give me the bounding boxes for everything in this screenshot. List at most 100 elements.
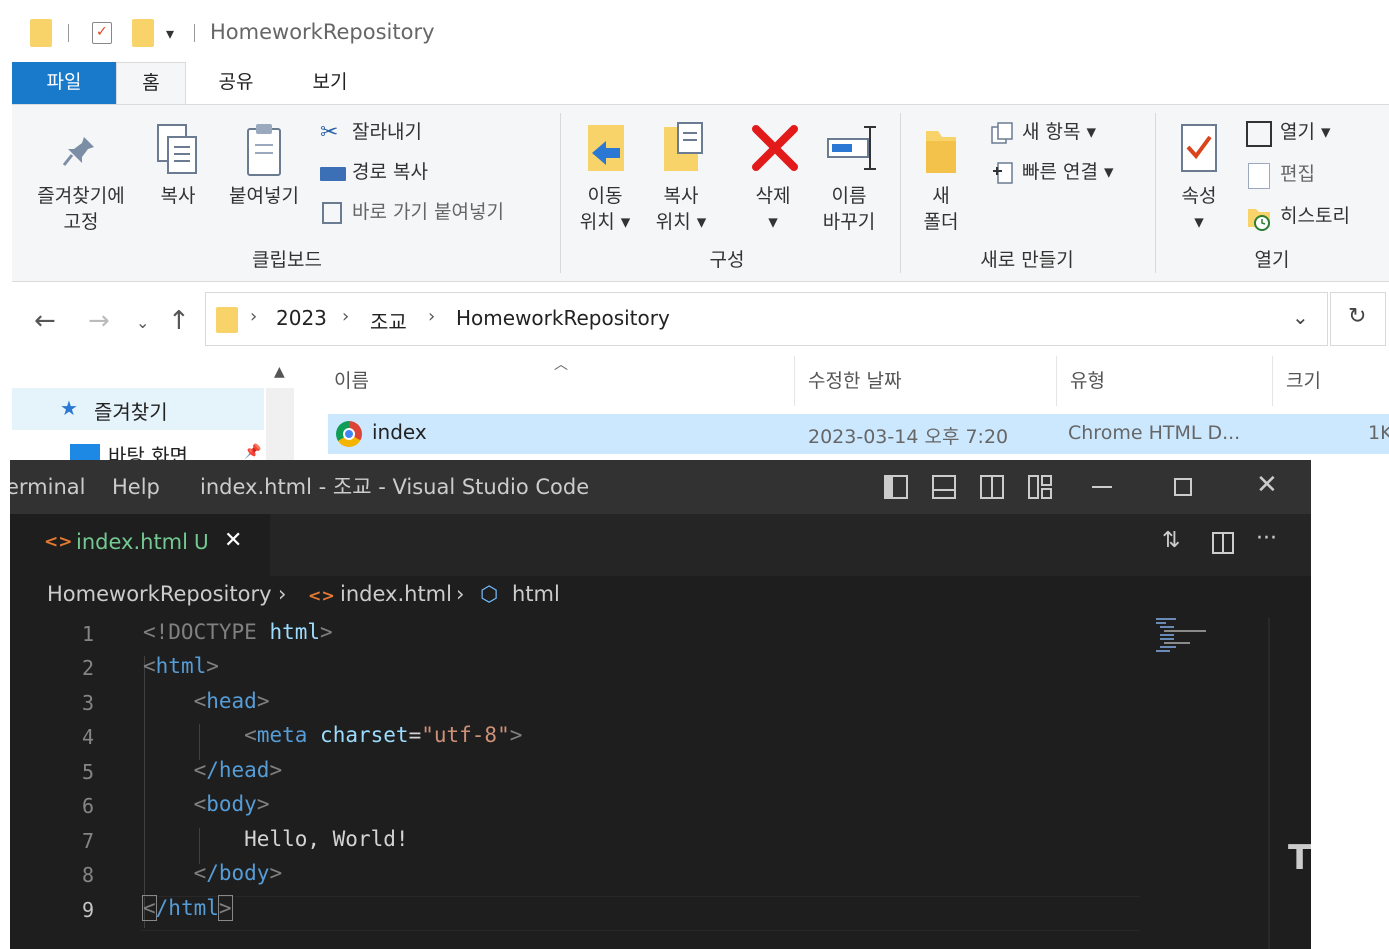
navigation-pane: ▲ ★ 즐겨찾기 바탕 화면 📌 [12, 360, 294, 468]
organize-group-label: 구성 [709, 249, 745, 271]
tab-home[interactable]: 홈 [116, 62, 186, 104]
copy-to-label-1: 복사 [663, 185, 699, 207]
breadcrumb-symbol[interactable]: html [512, 582, 560, 606]
history-icon [1246, 205, 1272, 231]
toggle-panel-icon[interactable] [932, 475, 956, 499]
column-separator [794, 356, 795, 406]
split-editor-icon[interactable] [1212, 532, 1234, 554]
edit-icon [1248, 163, 1270, 189]
paste-shortcut-button[interactable]: 바로 가기 붙여넣기 [352, 199, 504, 225]
address-dropdown-icon[interactable]: ⌄ [1292, 305, 1309, 329]
window-title: index.html - 조교 - Visual Studio Code [200, 475, 590, 499]
current-line-highlight [140, 930, 1140, 931]
maximize-button[interactable] [1174, 478, 1192, 496]
tab-view[interactable]: 보기 [290, 62, 370, 104]
code-editor[interactable]: 1 2 3 4 5 6 7 8 9 <!DOCTYPE html> <html>… [10, 618, 1311, 949]
close-button[interactable]: ✕ [1256, 470, 1278, 500]
column-header-name[interactable]: 이름 [334, 366, 369, 393]
up-button[interactable]: ↑ [168, 308, 190, 334]
breadcrumb-file[interactable]: index.html [340, 582, 452, 606]
delete-label-2: ▾ [768, 211, 778, 233]
properties-quick-icon[interactable]: ✓ [92, 22, 112, 44]
open-button[interactable]: 열기 ▾ [1280, 119, 1331, 145]
sidebar-item-favorites[interactable]: ★ 즐겨찾기 [12, 388, 264, 430]
table-row[interactable]: index 2023-03-14 오후 7:20 Chrome HTML D..… [328, 414, 1389, 454]
easy-access-button[interactable]: 빠른 연결 ▾ [1022, 159, 1114, 185]
separator [194, 24, 195, 42]
column-separator [1056, 356, 1057, 406]
scrollbar-track[interactable] [1268, 618, 1270, 949]
recent-locations-button[interactable]: ⌄ [136, 310, 149, 336]
group-separator [900, 113, 901, 273]
breadcrumb-folder[interactable]: HomeworkRepository [47, 582, 272, 606]
tab-index-html[interactable]: <> index.html U ✕ [10, 514, 270, 576]
code-line: <html> [143, 654, 219, 678]
column-header-size[interactable]: 크기 [1286, 366, 1321, 393]
close-tab-icon[interactable]: ✕ [224, 528, 242, 553]
string-token: "utf-8" [421, 723, 510, 747]
column-header-type[interactable]: 유형 [1070, 366, 1105, 393]
address-bar[interactable]: › 2023 › 조교 › HomeworkRepository ⌄ [205, 292, 1328, 346]
breadcrumb-assistant[interactable]: 조교 [370, 306, 407, 335]
paste-icon [244, 121, 284, 177]
toggle-secondary-sidebar-icon[interactable] [980, 475, 1004, 499]
copy-icon [156, 123, 200, 177]
line-number: 1 [81, 622, 94, 646]
new-folder-quick-icon[interactable] [132, 19, 154, 47]
code-line: <meta charset="utf-8"> [244, 723, 523, 747]
nav-scrollbar[interactable] [266, 388, 294, 460]
compare-changes-icon[interactable]: ⇅ [1162, 528, 1180, 553]
rename-icon [826, 123, 880, 173]
tag-token: head [206, 689, 257, 713]
tab-file[interactable]: 파일 [12, 62, 116, 104]
menu-help[interactable]: Help [112, 460, 160, 514]
minimize-button[interactable] [1092, 486, 1112, 488]
toggle-sidebar-icon[interactable] [884, 475, 908, 499]
edit-button[interactable]: 편집 [1280, 161, 1315, 187]
copy-to-label-2: 위치 ▾ [655, 211, 707, 233]
breadcrumb-homework[interactable]: HomeworkRepository [456, 306, 670, 330]
line-number: 3 [81, 691, 94, 715]
minimap[interactable] [1154, 618, 1214, 658]
move-to-button[interactable]: 이동 위치 ▾ [574, 183, 636, 235]
new-folder-button[interactable]: 새 폴더 [912, 183, 970, 235]
breadcrumb-2023[interactable]: 2023 [276, 306, 327, 330]
rename-button[interactable]: 이름 바꾸기 [812, 183, 886, 235]
cursor-marker: T [1288, 838, 1311, 878]
back-button[interactable]: ← [34, 308, 56, 334]
menu-terminal[interactable]: erminal [10, 460, 86, 514]
paste-shortcut-icon [322, 202, 342, 224]
refresh-icon: ↻ [1348, 304, 1367, 329]
file-list: ︿ 이름 수정한 날짜 유형 크기 index 2023-03-14 오후 7:… [310, 352, 1389, 462]
folder-icon [216, 307, 238, 333]
scroll-up-icon[interactable]: ▲ [274, 364, 285, 380]
customize-layout-icon[interactable] [1028, 475, 1052, 499]
new-group-label: 새로 만들기 [980, 249, 1074, 271]
copy-to-button[interactable]: 복사 위치 ▾ [650, 183, 712, 235]
group-separator [1155, 113, 1156, 273]
explorer-title-bar: ✓ ▾ HomeworkRepository [0, 0, 1389, 62]
history-button[interactable]: 히스토리 [1280, 203, 1350, 229]
line-number: 2 [81, 656, 94, 680]
tag-token: html [155, 654, 207, 678]
customize-toolbar-icon[interactable]: ▾ [166, 24, 174, 43]
copy-button[interactable]: 복사 [152, 183, 204, 209]
forward-button[interactable]: → [88, 308, 110, 334]
refresh-button[interactable]: ↻ [1330, 292, 1386, 346]
copy-path-button[interactable]: 경로 복사 [352, 159, 428, 185]
column-header-date[interactable]: 수정한 날짜 [808, 366, 901, 393]
new-folder-label-1: 새 [932, 185, 950, 207]
pin-quick-access-button[interactable]: 즐겨찾기에 고정 [26, 183, 136, 235]
tab-share[interactable]: 공유 [196, 62, 276, 104]
separator [68, 24, 69, 42]
chevron-right-icon: › [428, 306, 436, 327]
group-separator [560, 113, 561, 273]
cut-button[interactable]: 잘라내기 [352, 119, 422, 145]
new-item-button[interactable]: 새 항목 ▾ [1022, 119, 1096, 145]
tag-token: /html [155, 896, 219, 920]
properties-button[interactable]: 속성 ▾ [1172, 183, 1226, 235]
move-to-icon [586, 123, 628, 175]
more-actions-icon[interactable]: ··· [1256, 526, 1277, 551]
paste-button[interactable]: 붙여넣기 [218, 183, 310, 209]
delete-button[interactable]: 삭제 ▾ [746, 183, 800, 235]
